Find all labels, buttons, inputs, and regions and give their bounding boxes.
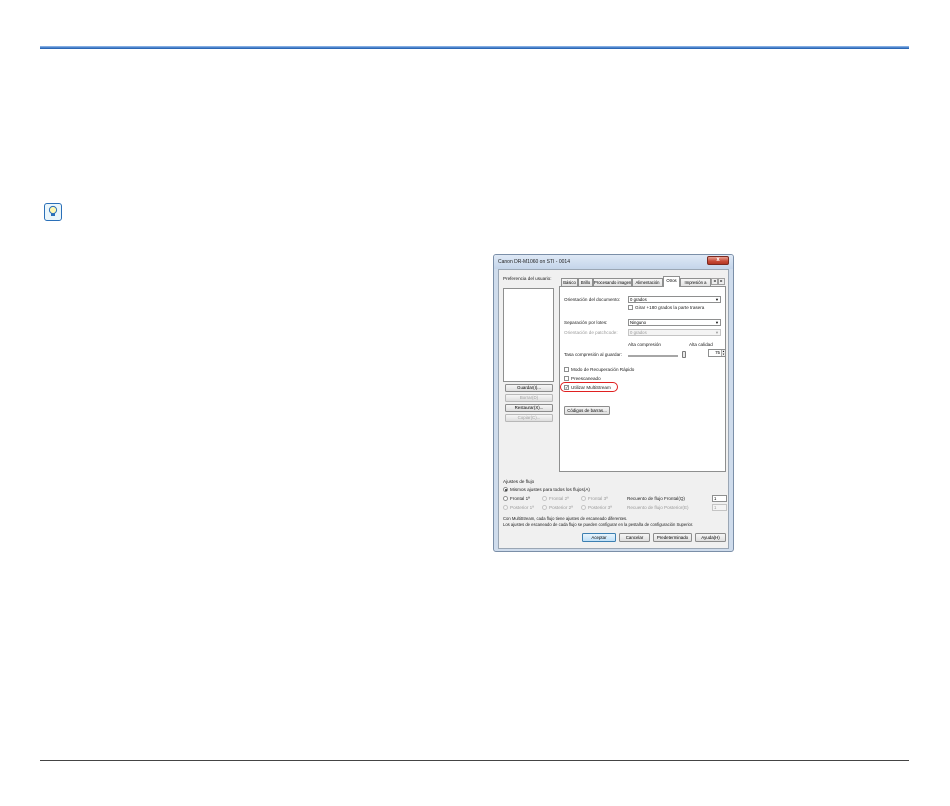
spinner-updown-icon[interactable]: ▲ ▼: [721, 350, 725, 356]
same-settings-radio[interactable]: [503, 487, 508, 492]
footer-rule: [40, 760, 909, 761]
front-count-select[interactable]: 1: [712, 495, 727, 502]
separation-select[interactable]: Ninguno ▼: [628, 319, 721, 326]
prescan-checkbox[interactable]: [564, 376, 569, 381]
tab-basic[interactable]: Básico: [561, 278, 578, 286]
compression-label: Tasa compresión al guardar:: [564, 352, 622, 357]
front-count-label: Recuento de flujo Frontal(Q): [627, 496, 685, 501]
orientation-label: Orientación del documento:: [564, 297, 621, 302]
back-1-radio[interactable]: [503, 505, 508, 510]
restore-preference-button[interactable]: Restaurar(X)...: [505, 404, 553, 412]
compression-slider-thumb[interactable]: [682, 351, 686, 358]
separation-value: Ninguno: [630, 320, 647, 325]
tab-image-processing[interactable]: Procesando imagen: [593, 278, 632, 286]
barcode-button[interactable]: Códigos de barras...: [564, 406, 610, 415]
back-count-value: 1: [714, 505, 717, 510]
cancel-button[interactable]: Cancelar: [619, 533, 650, 542]
same-settings-label: Mismos ajustes para todos los flujos(A): [510, 487, 590, 492]
rotate-back-label: Girar +180 grados la parte trasera: [635, 305, 705, 310]
chevron-down-icon: ▼: [715, 297, 719, 302]
stream-group-title: Ajustes de flujo: [503, 479, 535, 484]
tab-brightness[interactable]: Brillo: [578, 278, 593, 286]
tab-imprinting[interactable]: Impresión a: [680, 278, 711, 286]
dialog-client-area: Preferencia del usuario: Guardar(I)... B…: [498, 269, 729, 549]
compression-value: 75: [715, 350, 720, 355]
back-2-label: Posterior 2ª: [549, 505, 573, 510]
chevron-down-icon: ▼: [715, 320, 719, 325]
patchcode-label: Orientación de patchcode:: [564, 330, 618, 335]
tab-feeding[interactable]: Alimentación: [632, 278, 663, 286]
preferences-list[interactable]: [503, 288, 554, 382]
tab-scroll-left-icon[interactable]: ◄: [711, 278, 718, 285]
lightbulb-hint-icon: [44, 203, 62, 221]
rotate-back-checkbox[interactable]: [628, 305, 633, 310]
default-button[interactable]: Predeterminado: [653, 533, 692, 542]
back-count-label: Recuento de flujo Posterior(E): [627, 505, 689, 510]
orientation-select[interactable]: 0 grados ▼: [628, 296, 721, 303]
orientation-value: 0 grados: [630, 297, 647, 302]
front-1-label: Frontal 1ª: [510, 496, 530, 501]
high-quality-label: Alta calidad: [689, 342, 713, 347]
compression-slider-track[interactable]: [628, 355, 678, 357]
dialog-title: Canon DR-M1060 on STI - 0014: [498, 259, 570, 265]
ok-button[interactable]: Aceptar: [582, 533, 616, 542]
prescan-label: Preescaneado: [571, 376, 601, 381]
back-1-label: Posterior 1ª: [510, 505, 534, 510]
compression-spinner[interactable]: 75 ▲ ▼: [708, 349, 726, 357]
scanner-settings-dialog: Canon DR-M1060 on STI - 0014 x Preferenc…: [493, 254, 734, 552]
multistream-note-line2: Los ajustes de escaneado de cada flujo s…: [503, 522, 694, 527]
front-3-label: Frontal 3ª: [588, 496, 608, 501]
high-compression-label: Alta compresión: [628, 342, 661, 347]
close-button[interactable]: x: [707, 256, 729, 265]
back-count-select[interactable]: 1: [712, 504, 727, 511]
header-rule: [40, 46, 909, 49]
back-3-radio[interactable]: [581, 505, 586, 510]
chevron-down-icon: ▼: [715, 330, 719, 335]
multistream-highlight-ring: [560, 382, 618, 392]
dialog-titlebar: Canon DR-M1060 on STI - 0014 x: [494, 255, 733, 269]
front-2-label: Frontal 2ª: [549, 496, 569, 501]
help-button[interactable]: Ayuda(H): [695, 533, 726, 542]
back-2-radio[interactable]: [542, 505, 547, 510]
patchcode-value: 0 grados: [630, 330, 647, 335]
tab-others[interactable]: Otros: [663, 276, 680, 287]
save-preference-button[interactable]: Guardar(I)...: [505, 384, 553, 392]
fast-recovery-label: Modo de Recuperación Rápido: [571, 367, 635, 372]
tab-scroll-right-icon[interactable]: ►: [718, 278, 725, 285]
copy-preference-button[interactable]: Copiar(C)...: [505, 414, 553, 422]
front-count-value: 1: [714, 496, 717, 501]
front-1-radio[interactable]: [503, 496, 508, 501]
separation-label: Separación por lotes:: [564, 320, 608, 325]
back-3-label: Posterior 3ª: [588, 505, 612, 510]
front-2-radio[interactable]: [542, 496, 547, 501]
delete-preference-button[interactable]: Borrar(D): [505, 394, 553, 402]
multistream-note-line1: Con MultiStream, cada flujo tiene ajuste…: [503, 516, 628, 521]
front-3-radio[interactable]: [581, 496, 586, 501]
fast-recovery-checkbox[interactable]: [564, 367, 569, 372]
preferences-label: Preferencia del usuario:: [503, 276, 552, 281]
patchcode-select[interactable]: 0 grados ▼: [628, 329, 721, 336]
